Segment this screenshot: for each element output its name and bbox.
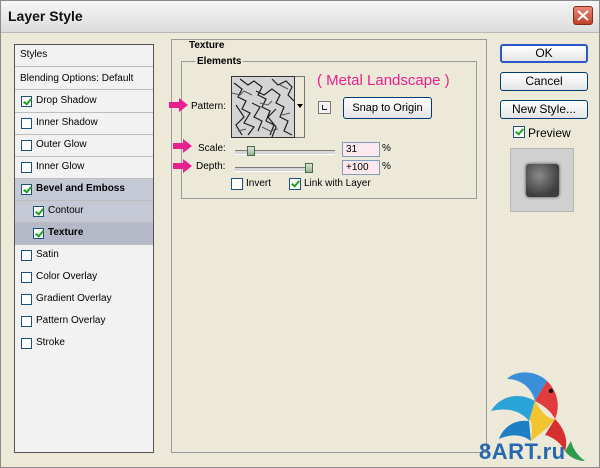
close-icon [577,10,589,21]
depth-slider-thumb[interactable] [305,163,313,173]
pink-arrow-icon [173,159,192,173]
pink-arrow-icon [169,98,188,112]
style-checkbox[interactable] [21,140,32,151]
depth-label: Depth: [196,161,226,172]
styles-header-label: Styles [20,49,48,60]
style-item-label: Stroke [36,337,65,348]
blending-options-label: Blending Options: Default [20,73,134,84]
style-item-satin[interactable]: Satin [15,245,153,267]
style-item-label: Contour [48,205,84,216]
style-item-stroke[interactable]: Stroke [15,333,153,355]
pink-arrow-icon [173,139,192,153]
style-item-label: Gradient Overlay [36,293,112,304]
scale-label: Scale: [198,143,226,154]
style-item-label: Bevel and Emboss [36,183,125,194]
depth-slider-track[interactable] [235,167,311,172]
style-item-inner-glow[interactable]: Inner Glow [15,157,153,179]
snap-to-origin-button[interactable]: Snap to Origin [343,97,432,119]
style-checkbox[interactable] [33,228,44,239]
style-item-label: Outer Glow [36,139,87,150]
scale-slider-thumb[interactable] [247,146,255,156]
preview-checkbox[interactable] [513,126,525,138]
invert-checkbox[interactable] [231,178,243,190]
style-item-label: Pattern Overlay [36,315,106,326]
cancel-button[interactable]: Cancel [500,72,588,91]
link-with-layer-label: Link with Layer [304,178,371,189]
style-item-pattern-overlay[interactable]: Pattern Overlay [15,311,153,333]
depth-input[interactable]: +100 [342,160,380,175]
layer-style-dialog: Layer Style Styles Blending Options: Def… [0,0,600,468]
watermark-text: 8ART.ru [479,439,566,464]
close-button[interactable] [573,6,593,25]
style-item-bevel-and-emboss[interactable]: Bevel and Emboss [15,179,153,201]
depth-percent: % [382,161,391,172]
style-checkbox[interactable] [21,250,32,261]
styles-list: Styles Blending Options: Default Drop Sh… [14,44,154,453]
invert-label: Invert [246,178,272,189]
pattern-swatch[interactable] [231,76,295,138]
style-checkbox[interactable] [21,316,32,327]
style-item-label: Satin [36,249,59,260]
ok-button[interactable]: OK [500,44,588,63]
style-checkbox[interactable] [21,294,32,305]
style-checkbox[interactable] [21,272,32,283]
style-item-drop-shadow[interactable]: Drop Shadow [15,91,153,113]
style-checkbox[interactable] [21,184,32,195]
style-checkbox[interactable] [33,206,44,217]
metal-landscape-pattern-icon [232,77,294,137]
style-item-gradient-overlay[interactable]: Gradient Overlay [15,289,153,311]
scale-input[interactable]: 31 [342,142,380,157]
style-item-label: Inner Glow [36,161,85,172]
style-checkbox[interactable] [21,162,32,173]
pattern-dropdown-arrow[interactable] [295,76,305,138]
pattern-label: Pattern: [191,101,227,112]
scale-percent: % [382,143,391,154]
blending-options[interactable]: Blending Options: Default [15,68,153,90]
styles-header[interactable]: Styles [15,45,153,67]
style-item-outer-glow[interactable]: Outer Glow [15,135,153,157]
preview-thumbnail [510,148,574,212]
pattern-name-annotation: ( Metal Landscape ) [317,72,450,89]
style-checkbox[interactable] [21,96,32,107]
style-checkbox[interactable] [21,118,32,129]
style-checkbox[interactable] [21,338,32,349]
style-item-texture[interactable]: Texture [15,223,153,245]
style-item-inner-shadow[interactable]: Inner Shadow [15,113,153,135]
link-with-layer-checkbox[interactable] [289,178,301,190]
create-preset-icon[interactable] [318,101,331,114]
dialog-title: Layer Style [8,8,83,24]
new-style-button[interactable]: New Style... [500,100,588,119]
style-item-label: Inner Shadow [36,117,98,128]
style-item-label: Texture [48,227,84,238]
preview-label: Preview [528,126,571,140]
elements-group-title: Elements [195,56,244,67]
style-item-color-overlay[interactable]: Color Overlay [15,267,153,289]
title-bar[interactable]: Layer Style [1,1,599,33]
preview-swatch [526,164,559,197]
texture-group-title: Texture [187,40,227,51]
style-item-label: Color Overlay [36,271,98,282]
style-item-contour[interactable]: Contour [15,201,153,223]
style-item-label: Drop Shadow [36,95,97,106]
